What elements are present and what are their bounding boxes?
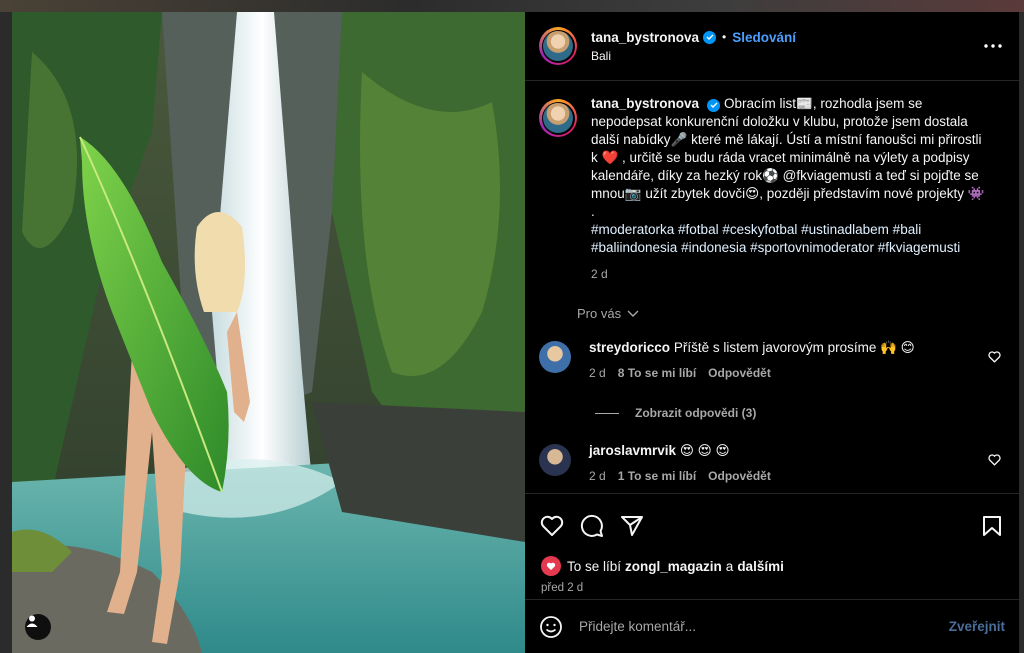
likes-joiner: a xyxy=(725,558,734,574)
publish-button[interactable]: Zveřejnit xyxy=(949,619,1005,634)
comments-list[interactable]: tana_bystronova Obracím list📰, rozhodla j… xyxy=(525,81,1019,493)
post-actions: To se líbí zongl_magazin a dalšími před … xyxy=(525,493,1019,653)
add-comment-bar: Zveřejnit xyxy=(525,599,1019,653)
verified-icon xyxy=(703,30,717,44)
comment-icon xyxy=(580,514,603,537)
separator-dot: • xyxy=(722,30,727,44)
view-replies-button[interactable]: Zobrazit odpovědi (3) xyxy=(595,406,1005,420)
comment-item: jaroslavmrvik 😍 😍 😍 2 d 1 To se mi líbí … xyxy=(539,442,1005,483)
reply-button[interactable]: Odpovědět xyxy=(708,366,771,380)
author-avatar[interactable] xyxy=(539,27,577,65)
caption-avatar[interactable] xyxy=(539,99,577,137)
emoji-icon[interactable] xyxy=(539,615,563,639)
post-location[interactable]: Bali xyxy=(591,49,796,63)
post-header: tana_bystronova • Sledování Bali xyxy=(525,12,1019,81)
more-options-button[interactable] xyxy=(981,34,1005,58)
comment-likes[interactable]: 8 To se mi líbí xyxy=(618,366,696,380)
comment-likes[interactable]: 1 To se mi líbí xyxy=(618,469,696,483)
follow-button[interactable]: Sledování xyxy=(732,30,796,45)
replies-divider xyxy=(595,412,619,414)
background-left xyxy=(0,12,12,653)
background-right xyxy=(1019,12,1024,653)
bookmark-icon xyxy=(983,516,1001,536)
comment-text: 😍 😍 😍 xyxy=(679,443,730,458)
post-time-ago: před 2 d xyxy=(541,582,584,594)
post-side-panel: tana_bystronova • Sledování Bali tana_by… xyxy=(525,12,1019,653)
caption-username[interactable]: tana_bystronova xyxy=(591,96,699,111)
chevron-down-icon xyxy=(627,310,639,317)
author-username[interactable]: tana_bystronova xyxy=(591,30,699,45)
like-button[interactable] xyxy=(539,513,565,539)
share-button[interactable] xyxy=(619,513,645,539)
comment-item: streydoricco Příště s listem javorovým p… xyxy=(539,339,1005,380)
for-you-label: Pro vás xyxy=(577,306,622,321)
waterfall-photo xyxy=(12,12,525,653)
likes-prefix: To se líbí xyxy=(567,558,622,574)
commenter-avatar[interactable] xyxy=(539,444,571,476)
liker-username[interactable]: zongl_magazin xyxy=(625,559,722,574)
for-you-toggle[interactable]: Pro vás xyxy=(577,305,991,323)
likes-others[interactable]: dalšími xyxy=(737,559,784,574)
user-tag-button[interactable] xyxy=(25,614,51,640)
post-modal: tana_bystronova • Sledování Bali tana_by… xyxy=(12,12,1019,653)
caption-time: 2 d xyxy=(591,267,608,281)
background-strip xyxy=(0,0,1024,12)
comment-time: 2 d xyxy=(589,366,606,380)
commenter-username[interactable]: jaroslavmrvik xyxy=(589,443,676,458)
comment-time: 2 d xyxy=(589,469,606,483)
heart-icon[interactable] xyxy=(988,454,1001,466)
reply-button[interactable]: Odpovědět xyxy=(708,469,771,483)
comment-input[interactable] xyxy=(579,619,949,634)
caption-hashtags[interactable]: #moderatorka #fotbal #ceskyfotbal #ustin… xyxy=(591,221,991,257)
post-image xyxy=(12,12,525,653)
view-replies-label: Zobrazit odpovědi (3) xyxy=(635,406,757,420)
save-button[interactable] xyxy=(979,513,1005,539)
user-tag-icon xyxy=(26,615,38,627)
comment-text: Příště s listem javorovým prosíme 🙌 😊 xyxy=(673,340,915,355)
commenter-avatar[interactable] xyxy=(539,341,571,373)
share-icon xyxy=(621,516,643,536)
comment-button[interactable] xyxy=(579,513,605,539)
caption-text: Obracím list📰, rozhodla jsem se nepodeps… xyxy=(591,96,985,219)
heart-icon xyxy=(540,515,564,536)
commenter-username[interactable]: streydoricco xyxy=(589,340,670,355)
likes-summary[interactable]: To se líbí zongl_magazin a dalšími xyxy=(525,544,1019,576)
more-icon xyxy=(984,44,1002,48)
post-caption: tana_bystronova Obracím list📰, rozhodla j… xyxy=(539,95,1005,323)
liker-avatar xyxy=(541,556,561,576)
verified-icon xyxy=(707,98,721,112)
heart-icon[interactable] xyxy=(988,351,1001,363)
